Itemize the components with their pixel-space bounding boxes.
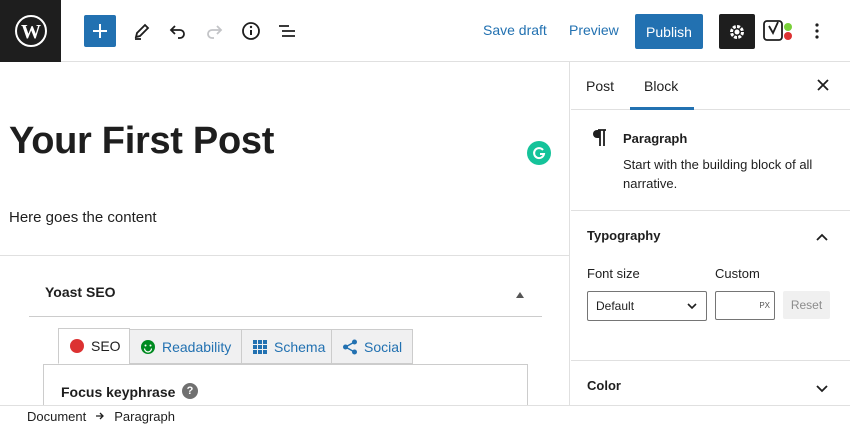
settings-gear-button[interactable]: [719, 14, 755, 49]
chevron-down-icon: [686, 300, 698, 315]
font-size-select[interactable]: Default: [587, 291, 707, 321]
details-info-icon[interactable]: [235, 15, 267, 47]
tab-schema[interactable]: Schema: [241, 329, 332, 364]
undo-icon[interactable]: [162, 15, 194, 47]
close-icon[interactable]: [816, 78, 830, 97]
editor-canvas: Your First Post Here goes the content Yo…: [0, 62, 570, 405]
post-title[interactable]: Your First Post: [9, 120, 274, 163]
yoast-logo-icon: [763, 20, 792, 41]
save-draft-button[interactable]: Save draft: [483, 22, 547, 38]
readability-smiley-icon: [141, 339, 155, 354]
edit-tools-icon[interactable]: [126, 15, 158, 47]
breadcrumb-paragraph[interactable]: Paragraph: [114, 409, 175, 424]
tab-seo[interactable]: SEO: [58, 328, 130, 364]
block-description: Start with the building block of all nar…: [623, 157, 813, 191]
preview-button[interactable]: Preview: [569, 22, 619, 38]
settings-sidebar: Post Block Paragraph Start with the buil…: [571, 62, 850, 405]
chevron-down-icon[interactable]: [815, 381, 829, 399]
yoast-divider: [29, 316, 542, 317]
tab-block[interactable]: Block: [644, 78, 678, 94]
color-panel-title[interactable]: Color: [587, 378, 621, 393]
custom-size-input[interactable]: PX: [715, 291, 775, 320]
help-icon[interactable]: ?: [182, 383, 198, 399]
wordpress-logo-icon[interactable]: W: [0, 0, 61, 62]
focus-keyphrase-label: Focus keyphrase: [61, 384, 176, 400]
svg-text:W: W: [21, 21, 41, 43]
chevron-up-icon[interactable]: [815, 229, 829, 247]
panel-divider: [571, 210, 850, 211]
typography-panel-title[interactable]: Typography: [587, 228, 660, 243]
font-size-label: Font size: [587, 266, 640, 281]
redo-icon[interactable]: [198, 15, 230, 47]
add-block-button[interactable]: [84, 15, 116, 47]
grammarly-icon[interactable]: [527, 141, 551, 165]
content-paragraph[interactable]: Here goes the content: [9, 209, 157, 226]
gear-icon: [730, 24, 744, 39]
more-options-icon[interactable]: [808, 15, 826, 47]
seo-status-red-icon: [70, 339, 84, 353]
tab-readability[interactable]: Readability: [129, 329, 242, 364]
panel-divider: [571, 360, 850, 361]
schema-grid-icon: [253, 339, 267, 354]
yoast-metabox-title[interactable]: Yoast SEO: [45, 284, 116, 300]
breadcrumb-document[interactable]: Document: [27, 409, 86, 424]
sidebar-tabs: Post Block: [571, 62, 850, 110]
list-view-icon[interactable]: [271, 15, 303, 47]
breadcrumb: Document Paragraph: [0, 405, 850, 427]
tab-social[interactable]: Social: [331, 329, 413, 364]
reset-button[interactable]: Reset: [783, 291, 830, 319]
active-tab-indicator: [630, 107, 694, 110]
block-name: Paragraph: [623, 131, 688, 146]
share-icon: [343, 339, 357, 354]
top-toolbar: W Save draft Preview Publish: [0, 0, 850, 62]
custom-size-label: Custom: [715, 266, 760, 281]
arrow-right-icon: [95, 409, 105, 424]
paragraph-icon: [591, 128, 607, 154]
tab-post[interactable]: Post: [586, 78, 614, 94]
meta-box-divider: [0, 255, 569, 256]
collapse-triangle-icon[interactable]: [515, 286, 525, 304]
publish-button[interactable]: Publish: [635, 14, 703, 49]
yoast-plugin-button[interactable]: [762, 17, 796, 45]
